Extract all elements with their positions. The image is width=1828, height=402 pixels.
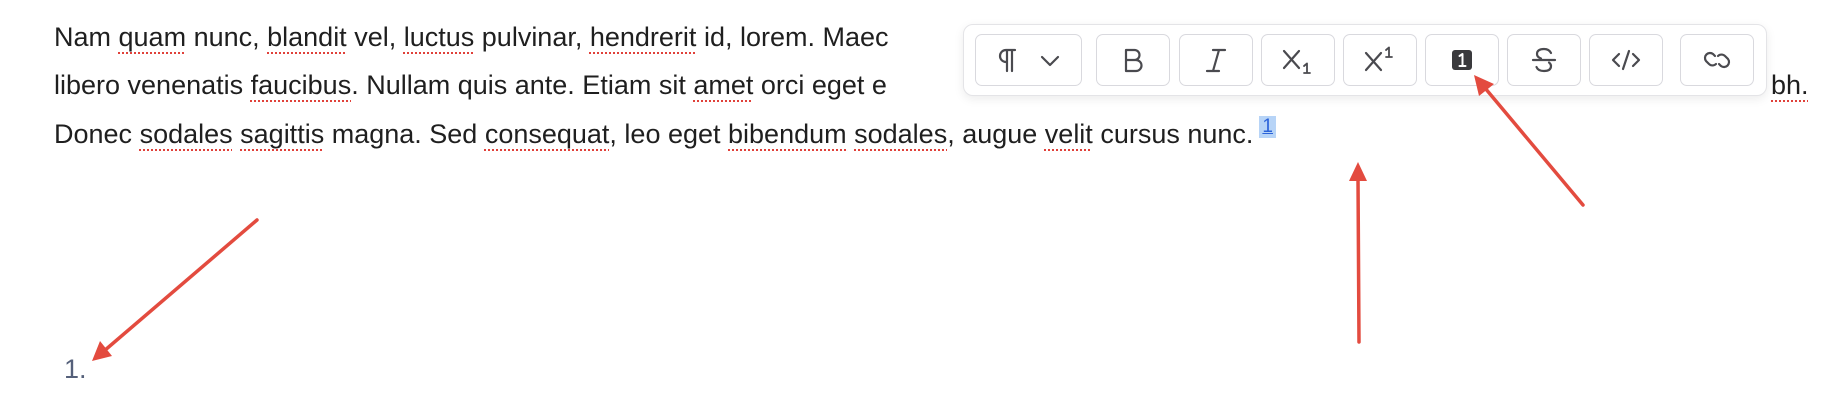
text-segment: , augue	[947, 119, 1045, 149]
footnote-button[interactable]	[1425, 34, 1499, 86]
misspelled-word[interactable]: sodales	[854, 119, 947, 149]
italic-icon	[1205, 48, 1227, 73]
footnote-icon	[1452, 50, 1472, 70]
footnote-list-marker: 1.	[64, 354, 87, 384]
misspelled-word[interactable]: hendrerit	[590, 22, 697, 52]
italic-button[interactable]	[1179, 34, 1253, 86]
text-segment: Nam	[54, 22, 119, 52]
footnote-list-item[interactable]: 1.	[64, 352, 87, 386]
misspelled-word[interactable]: faucibus	[251, 70, 352, 100]
bold-icon	[1124, 48, 1143, 73]
editor-page: Nam quam nunc, blandit vel, luctus pulvi…	[0, 0, 1828, 402]
text-segment: id, lorem. Maec	[696, 22, 889, 52]
misspelled-word[interactable]: sodales	[140, 119, 233, 149]
text-segment: . Nullam quis ante. Etiam sit	[351, 70, 694, 100]
arrow-to-footnote-list	[92, 218, 259, 361]
text-segment: vel,	[346, 22, 404, 52]
superscript-icon	[1364, 46, 1393, 72]
text-segment: orci eget e	[753, 70, 887, 100]
text-segment: nunc,	[186, 22, 268, 52]
paragraph-line-1[interactable]: Nam quam nunc, blandit vel, luctus pulvi…	[54, 20, 889, 54]
misspelled-word[interactable]: bibendum	[728, 119, 847, 149]
misspelled-word[interactable]: blandit	[267, 22, 347, 52]
misspelled-word[interactable]: consequat	[485, 119, 610, 149]
misspelled-word[interactable]: velit	[1045, 119, 1093, 149]
text-segment: pulvinar,	[474, 22, 590, 52]
misspelled-word[interactable]: sagittis	[240, 119, 324, 149]
subscript-button[interactable]	[1261, 34, 1335, 86]
paragraph-line-2[interactable]: libero venenatis faucibus. Nullam quis a…	[54, 68, 887, 102]
subscript-icon	[1282, 49, 1311, 74]
pilcrow-icon	[998, 48, 1016, 73]
paragraph-line-3[interactable]: Donec sodales sagittis magna. Sed conseq…	[54, 116, 1276, 151]
text-segment: , leo eget	[609, 119, 729, 149]
footnote-reference-link[interactable]: 1	[1259, 116, 1276, 138]
misspelled-word[interactable]: luctus	[404, 22, 475, 52]
paragraph-format-button[interactable]	[975, 34, 1082, 86]
bold-button[interactable]	[1096, 34, 1170, 86]
text-segment	[847, 119, 855, 149]
paragraph-line-2-tail[interactable]: bh.	[1771, 68, 1809, 102]
strikethrough-icon	[1531, 47, 1557, 73]
text-segment: magna. Sed	[324, 119, 485, 149]
text-segment: cursus nunc.	[1092, 119, 1254, 149]
chevron-down-icon	[1040, 55, 1059, 67]
misspelled-word[interactable]: amet	[693, 70, 753, 100]
link-button[interactable]	[1680, 34, 1754, 86]
formatting-toolbar	[963, 24, 1767, 96]
code-icon	[1611, 49, 1641, 71]
text-segment: bh.	[1771, 70, 1809, 100]
strikethrough-button[interactable]	[1507, 34, 1581, 86]
misspelled-word[interactable]: quam	[119, 22, 187, 52]
link-icon	[1703, 51, 1731, 69]
superscript-button[interactable]	[1343, 34, 1417, 86]
arrow-to-footnote-reference	[1349, 162, 1367, 344]
code-button[interactable]	[1589, 34, 1663, 86]
text-segment: Donec	[54, 119, 140, 149]
text-segment: libero venenatis	[54, 70, 251, 100]
